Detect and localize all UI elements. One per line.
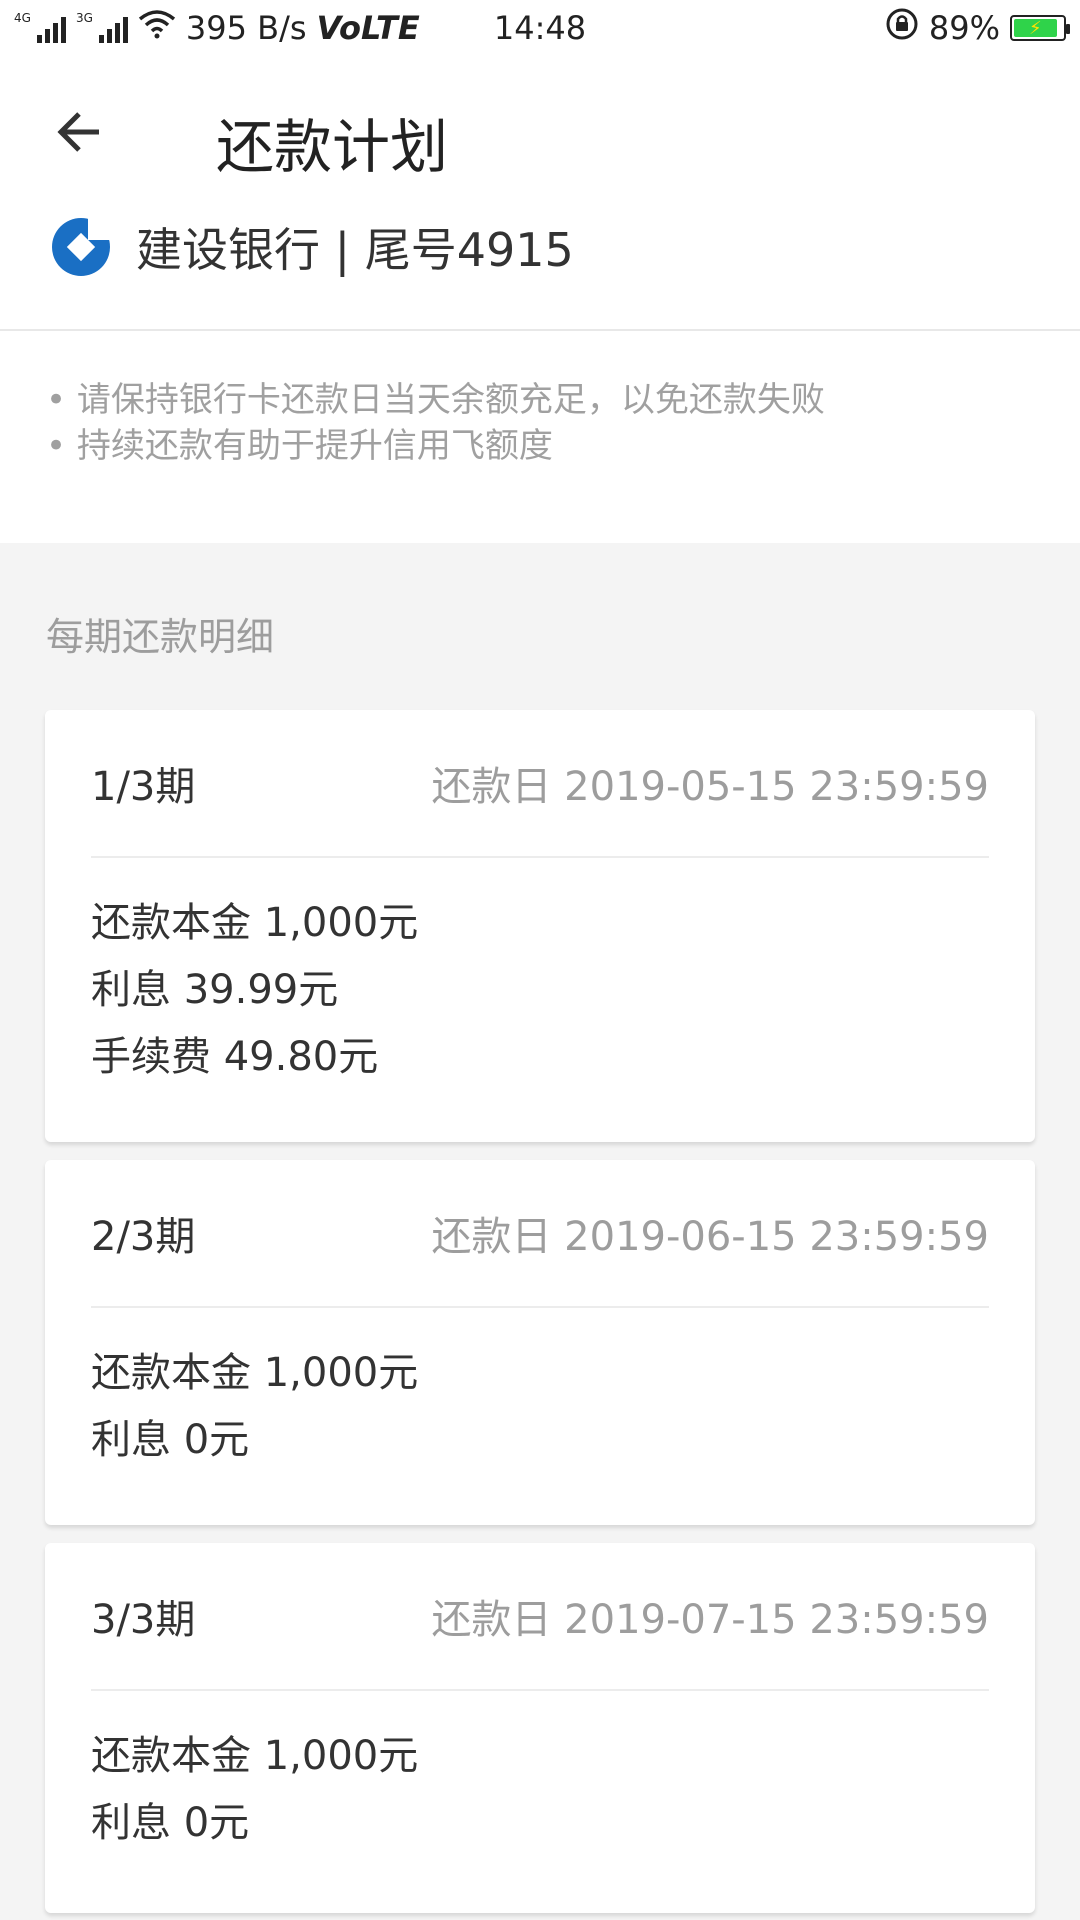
- rotation-lock-icon: [885, 7, 919, 49]
- section-title: 每期还款明细: [46, 615, 275, 659]
- tips-panel: • 请保持银行卡还款日当天余额充足，以免还款失败 • 持续还款有助于提升信用飞额…: [0, 331, 1080, 543]
- card-header: 3/3期 还款日 2019-07-15 23:59:59: [91, 1543, 989, 1691]
- ccb-logo-icon: [52, 216, 112, 276]
- tip-text: • 请保持银行卡还款日当天余额充足，以免还款失败: [46, 380, 825, 420]
- battery-icon: ⚡: [1010, 15, 1070, 41]
- installment-card: 3/3期 还款日 2019-07-15 23:59:59 还款本金 1,000元…: [45, 1543, 1035, 1913]
- tip-text: • 持续还款有助于提升信用飞额度: [46, 426, 553, 466]
- due-date: 还款日 2019-07-15 23:59:59: [431, 1597, 989, 1643]
- period-label: 3/3期: [91, 1597, 196, 1643]
- interest-line: 利息 39.99元: [91, 967, 339, 1013]
- principal-line: 还款本金 1,000元: [91, 900, 419, 946]
- app-header: 还款计划: [0, 56, 1080, 196]
- card-header: 2/3期 还款日 2019-06-15 23:59:59: [91, 1160, 989, 1308]
- signal-icon: [36, 13, 66, 43]
- card-header: 1/3期 还款日 2019-05-15 23:59:59: [91, 710, 989, 858]
- network-type-label: 3G: [75, 11, 93, 25]
- battery-fill: ⚡: [1014, 18, 1057, 39]
- principal-line: 还款本金 1,000元: [91, 1733, 419, 1779]
- installment-card: 1/3期 还款日 2019-05-15 23:59:59 还款本金 1,000元…: [45, 710, 1035, 1142]
- card-details: 还款本金 1,000元 利息 0元: [91, 1340, 418, 1474]
- interest-line: 利息 0元: [91, 1800, 250, 1846]
- due-date: 还款日 2019-06-15 23:59:59: [431, 1214, 989, 1260]
- battery-percent: 89%: [928, 9, 1000, 47]
- due-date: 还款日 2019-05-15 23:59:59: [431, 764, 989, 810]
- volte-label: VoLTE: [316, 9, 420, 47]
- page-title: 还款计划: [216, 113, 449, 181]
- principal-line: 还款本金 1,000元: [91, 1350, 419, 1396]
- card-details: 还款本金 1,000元 利息 0元: [91, 1723, 418, 1857]
- network-type-label: 4G: [14, 11, 31, 25]
- bank-card-label: 建设银行 | 尾号4915: [136, 223, 574, 277]
- wifi-icon: [138, 9, 176, 47]
- period-label: 2/3期: [91, 1214, 196, 1260]
- status-bar: 4G 3G 395 B/s VoLTE 14:48 89% ⚡: [0, 0, 1080, 56]
- bank-card-row: 建设银行 | 尾号4915: [0, 196, 1080, 331]
- status-right: 89% ⚡: [885, 7, 1070, 49]
- installment-card: 2/3期 还款日 2019-06-15 23:59:59 还款本金 1,000元…: [45, 1160, 1035, 1525]
- card-details: 还款本金 1,000元 利息 39.99元 手续费 49.80元: [91, 890, 418, 1091]
- back-button[interactable]: [48, 100, 112, 164]
- back-arrow-icon: [57, 112, 99, 152]
- signal-icon: [98, 13, 128, 43]
- status-left: 4G 3G 395 B/s VoLTE: [14, 9, 420, 47]
- interest-line: 利息 0元: [91, 1417, 250, 1463]
- network-speed: 395 B/s: [185, 9, 307, 47]
- period-label: 1/3期: [91, 764, 196, 810]
- fee-line: 手续费 49.80元: [91, 1034, 379, 1080]
